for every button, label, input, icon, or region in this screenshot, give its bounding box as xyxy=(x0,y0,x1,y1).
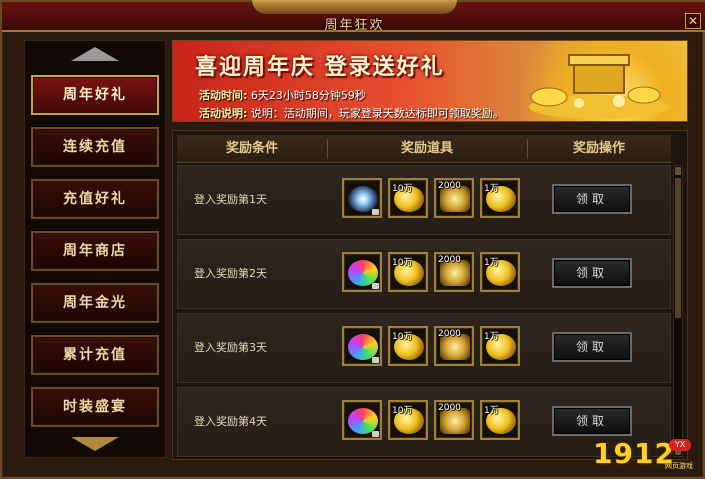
lock-icon xyxy=(372,209,379,215)
table-row: 登入奖励第1天 10万 2000 1万 领取 xyxy=(177,165,671,235)
event-description: 活动说明: 说明：活动期间，玩家登录天数达标即可领取奖励。 xyxy=(199,105,504,121)
gold-ingot-icon[interactable]: 10万 xyxy=(388,326,428,366)
banner-heading: 喜迎周年庆 登录送好礼 xyxy=(195,54,445,80)
gold-coin-icon[interactable]: 1万 xyxy=(480,252,520,292)
gem-icon[interactable] xyxy=(342,400,382,440)
item-quantity: 1万 xyxy=(484,332,499,342)
header-condition: 奖励条件 xyxy=(225,141,278,156)
window-title: 周年狂欢 xyxy=(324,18,385,33)
scrollbar-up-icon[interactable] xyxy=(675,167,681,175)
claim-button[interactable]: 领取 xyxy=(552,406,632,436)
item-quantity: 1万 xyxy=(484,184,499,194)
sidebar-item-fashion-feast[interactable]: 时装盛宴 xyxy=(31,387,159,427)
close-icon[interactable]: ✕ xyxy=(685,13,701,29)
logo-subtitle: 网页游戏 xyxy=(665,462,693,470)
item-quantity: 2000 xyxy=(438,329,461,339)
lock-icon xyxy=(372,283,379,289)
sidebar-item-anniversary-shop[interactable]: 周年商店 xyxy=(31,231,159,271)
reward-condition: 登入奖励第1天 xyxy=(194,193,267,206)
header-items: 奖励道具 xyxy=(400,141,453,156)
item-quantity: 2000 xyxy=(438,403,461,413)
item-quantity: 1万 xyxy=(484,258,499,268)
logo-badge: YX xyxy=(669,439,691,451)
event-description-label: 活动说明: xyxy=(199,107,248,120)
gold-scroll-icon[interactable]: 2000 xyxy=(434,178,474,218)
event-time-label: 活动时间: xyxy=(199,89,248,102)
table-header: 奖励条件 奖励道具 奖励操作 xyxy=(177,135,671,163)
item-quantity: 2000 xyxy=(438,255,461,265)
gold-coin-icon[interactable]: 1万 xyxy=(480,400,520,440)
claim-button[interactable]: 领取 xyxy=(552,184,632,214)
vertical-scrollbar[interactable] xyxy=(673,165,683,457)
item-quantity: 1万 xyxy=(484,406,499,416)
item-quantity: 10万 xyxy=(392,258,413,268)
gold-ingot-icon[interactable]: 10万 xyxy=(388,178,428,218)
logo-number: 1912 xyxy=(593,437,675,470)
lock-icon xyxy=(372,357,379,363)
gold-ingot-icon[interactable]: 10万 xyxy=(388,252,428,292)
gem-icon[interactable] xyxy=(342,252,382,292)
sidebar-item-cumulative-recharge[interactable]: 累计充值 xyxy=(31,335,159,375)
gold-scroll-icon[interactable]: 2000 xyxy=(434,400,474,440)
item-quantity: 2000 xyxy=(438,181,461,191)
item-quantity: 10万 xyxy=(392,184,413,194)
sidebar: 周年好礼 连续充值 充值好礼 周年商店 周年金光 累计充值 时装盛宴 xyxy=(24,40,166,458)
site-logo: 1912 YX 网页游戏 xyxy=(593,437,693,471)
event-description-value: 说明：活动期间，玩家登录天数达标即可领取奖励。 xyxy=(250,107,504,120)
sidebar-item-consecutive-recharge[interactable]: 连续充值 xyxy=(31,127,159,167)
event-time: 活动时间: 6天23小时58分钟59秒 xyxy=(199,87,366,103)
header-action: 奖励操作 xyxy=(572,141,625,156)
gold-scroll-icon[interactable]: 2000 xyxy=(434,252,474,292)
reward-condition: 登入奖励第4天 xyxy=(194,415,267,428)
event-window: 周年狂欢 ✕ 周年好礼 连续充值 充值好礼 周年商店 周年金光 累计充值 时装盛… xyxy=(0,0,705,479)
title-bar: 周年狂欢 ✕ xyxy=(2,0,705,33)
sidebar-item-anniversary-gift[interactable]: 周年好礼 xyxy=(31,75,159,115)
sidebar-item-anniversary-golden-light[interactable]: 周年金光 xyxy=(31,283,159,323)
gem-icon[interactable] xyxy=(342,326,382,366)
scroll-down-arrow-icon[interactable] xyxy=(71,437,119,451)
gold-coin-icon[interactable]: 1万 xyxy=(480,326,520,366)
gold-ingot-icon[interactable]: 10万 xyxy=(388,400,428,440)
gold-treasure-icon xyxy=(529,54,669,119)
item-quantity: 10万 xyxy=(392,332,413,342)
claim-button[interactable]: 领取 xyxy=(552,332,632,362)
gold-coin-icon[interactable]: 1万 xyxy=(480,178,520,218)
table-row: 登入奖励第2天 10万 2000 1万 领取 xyxy=(177,239,671,309)
event-time-value: 6天23小时58分钟59秒 xyxy=(250,89,366,102)
title-ornament xyxy=(252,0,457,14)
reward-condition: 登入奖励第3天 xyxy=(194,341,267,354)
event-banner: 喜迎周年庆 登录送好礼 活动时间: 6天23小时58分钟59秒 活动说明: 说明… xyxy=(172,40,688,122)
item-quantity: 10万 xyxy=(392,406,413,416)
scrollbar-thumb[interactable] xyxy=(675,178,681,318)
sidebar-item-recharge-gift[interactable]: 充值好礼 xyxy=(31,179,159,219)
reward-condition: 登入奖励第2天 xyxy=(194,267,267,280)
reward-panel: 奖励条件 奖励道具 奖励操作 登入奖励第1天 10万 2000 1万 领取 登入… xyxy=(172,130,688,460)
rune-icon[interactable] xyxy=(342,178,382,218)
scroll-up-arrow-icon[interactable] xyxy=(71,47,119,61)
claim-button[interactable]: 领取 xyxy=(552,258,632,288)
lock-icon xyxy=(372,431,379,437)
gold-scroll-icon[interactable]: 2000 xyxy=(434,326,474,366)
table-row: 登入奖励第3天 10万 2000 1万 领取 xyxy=(177,313,671,383)
